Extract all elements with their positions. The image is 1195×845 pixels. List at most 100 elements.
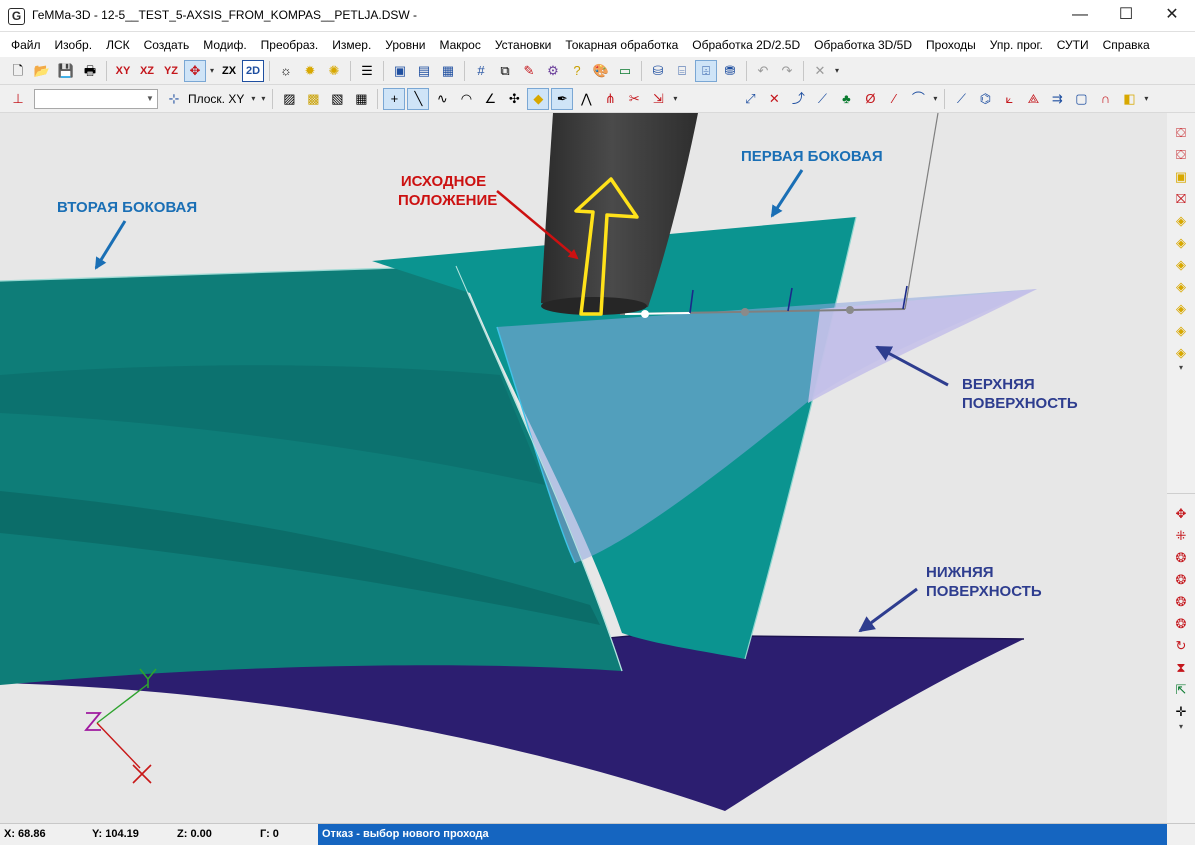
move-icon[interactable]: ✣	[503, 88, 525, 110]
snap-end-icon[interactable]: ⤢	[739, 88, 761, 110]
draw-rect-icon[interactable]: ▢	[1070, 88, 1092, 110]
menu-image[interactable]: Изобр.	[48, 33, 100, 57]
menu-file[interactable]: Файл	[4, 33, 48, 57]
hatch-4-icon[interactable]: ▦	[350, 88, 372, 110]
dropdown-arrow-icon[interactable]: ▾	[670, 94, 680, 103]
print-icon[interactable]: 🖶	[79, 60, 101, 82]
angle-icon[interactable]: ∠	[479, 88, 501, 110]
view-xz-button[interactable]: XZ	[136, 60, 158, 82]
help-icon[interactable]: ?	[566, 60, 588, 82]
toolbar-more-icon[interactable]: ▾	[1179, 722, 1183, 732]
menu-measure[interactable]: Измер.	[325, 33, 378, 57]
plane-axes-icon[interactable]: ⊹	[163, 88, 185, 110]
monitor-icon[interactable]: ▭	[614, 60, 636, 82]
hatch-2-icon[interactable]: ▩	[302, 88, 324, 110]
toolbar-more-icon[interactable]: ▾	[1179, 363, 1183, 373]
undo-icon[interactable]: ↶	[752, 60, 774, 82]
grid-icon[interactable]: #	[470, 60, 492, 82]
snap-arc-icon[interactable]: ⌒	[907, 88, 929, 110]
machining-op-8-icon[interactable]: ◈	[1171, 275, 1191, 297]
menu-settings[interactable]: Установки	[488, 33, 558, 57]
light-3-icon[interactable]: ✺	[323, 60, 345, 82]
view-xy-button[interactable]: XY	[112, 60, 134, 82]
draw-line-icon[interactable]: ⟋	[950, 88, 972, 110]
light-2-icon[interactable]: ✹	[299, 60, 321, 82]
redo-icon[interactable]: ↷	[776, 60, 798, 82]
menu-nc-program[interactable]: Упр. прог.	[983, 33, 1050, 57]
view-yz-button[interactable]: YZ	[160, 60, 182, 82]
menu-modify[interactable]: Модиф.	[196, 33, 253, 57]
machining-op-2-icon[interactable]: ⛋	[1171, 143, 1191, 165]
light-1-icon[interactable]: ☼	[275, 60, 297, 82]
window-3-icon[interactable]: ▦	[437, 60, 459, 82]
menu-passes[interactable]: Проходы	[919, 33, 983, 57]
menu-levels[interactable]: Уровни	[378, 33, 432, 57]
trim-icon[interactable]: ✂	[623, 88, 645, 110]
menu-suti[interactable]: СУТИ	[1050, 33, 1096, 57]
plane-dropdown-icon[interactable]: ▾	[248, 94, 258, 103]
snap-center-icon[interactable]: ♣	[835, 88, 857, 110]
pick-icon[interactable]: ✎	[518, 60, 540, 82]
snap-tangent-icon[interactable]: ⁄	[883, 88, 905, 110]
machining-op-1-icon[interactable]: ⛋	[1171, 121, 1191, 143]
transform-copy-icon[interactable]: ⁜	[1171, 524, 1191, 546]
vertex-icon[interactable]: ⋀	[575, 88, 597, 110]
transform-array-3-icon[interactable]: ❂	[1171, 590, 1191, 612]
draw-offset-icon[interactable]: ⇉	[1046, 88, 1068, 110]
menu-transform[interactable]: Преобраз.	[254, 33, 326, 57]
stock-icon[interactable]: ⛃	[719, 60, 741, 82]
minimize-button[interactable]: —	[1057, 0, 1103, 32]
machining-op-3-icon[interactable]: ▣	[1171, 165, 1191, 187]
lsk-axes-icon[interactable]: ⊥	[7, 88, 29, 110]
menu-lsk[interactable]: ЛСК	[99, 33, 137, 57]
gear-icon[interactable]: ⚙	[542, 60, 564, 82]
draw-solid-icon[interactable]: ◧	[1118, 88, 1140, 110]
cylinder-solid-icon[interactable]: ⌹	[695, 59, 717, 82]
machining-op-9-icon[interactable]: ◈	[1171, 297, 1191, 319]
draw-chamfer-icon[interactable]: ⟁	[1022, 88, 1044, 110]
solid-select-icon[interactable]: ◆	[527, 87, 550, 110]
transform-array-2-icon[interactable]: ❂	[1171, 568, 1191, 590]
mirror-icon[interactable]: ⧗	[1171, 656, 1191, 678]
view-3d-axes-icon[interactable]: ✥	[184, 59, 206, 82]
pan-icon[interactable]: ✛	[1171, 700, 1191, 722]
layers-icon[interactable]: ☰	[356, 60, 378, 82]
dropdown-arrow-icon[interactable]: ▾	[930, 94, 940, 103]
dropdown-arrow-icon[interactable]: ▾	[1141, 94, 1151, 103]
hatch-1-icon[interactable]: ▨	[278, 88, 300, 110]
measure-icon[interactable]: ⋔	[599, 88, 621, 110]
view-zx-button[interactable]: ZX	[218, 60, 240, 82]
menu-create[interactable]: Создать	[137, 33, 197, 57]
maximize-button[interactable]: ☐	[1103, 0, 1149, 32]
machining-op-10-icon[interactable]: ◈	[1171, 319, 1191, 341]
machining-op-11-icon[interactable]: ◈	[1171, 341, 1191, 363]
save-icon[interactable]: 💾	[55, 60, 77, 82]
draw-fillet-icon[interactable]: ⟀	[998, 88, 1020, 110]
menu-turning[interactable]: Токарная обработка	[558, 33, 685, 57]
spline-icon[interactable]: ∿	[431, 88, 453, 110]
pen-icon[interactable]: ✒	[551, 87, 574, 110]
palette-icon[interactable]: 🎨	[590, 60, 612, 82]
transform-array-icon[interactable]: ❂	[1171, 546, 1191, 568]
copy-icon[interactable]: ⧉	[494, 60, 516, 82]
view-2d-button[interactable]: 2D	[242, 59, 264, 82]
dropdown-arrow-icon[interactable]: ▾	[832, 66, 842, 75]
close-button[interactable]: ✕	[1149, 0, 1195, 32]
snap-curve-icon[interactable]: ⤴	[787, 88, 809, 110]
window-1-icon[interactable]: ▣	[389, 60, 411, 82]
hatch-3-icon[interactable]: ▧	[326, 88, 348, 110]
window-2-icon[interactable]: ▤	[413, 60, 435, 82]
menu-macro[interactable]: Макрос	[432, 33, 487, 57]
new-file-icon[interactable]: 🗋	[7, 60, 29, 82]
scale-icon[interactable]: ⇱	[1171, 678, 1191, 700]
extend-icon[interactable]: ⇲	[647, 88, 669, 110]
graphics-viewport[interactable]: ИСХОДНОЕ ПОЛОЖЕНИЕ ПЕРВАЯ БОКОВАЯ ВТОРАЯ…	[0, 113, 1167, 823]
point-snap-icon[interactable]: +	[383, 87, 406, 110]
arc-icon[interactable]: ◠	[455, 88, 477, 110]
machining-op-4-icon[interactable]: ⛝	[1171, 187, 1191, 209]
cylinder-icon[interactable]: ⛁	[647, 60, 669, 82]
cancel-icon[interactable]: ✕	[809, 60, 831, 82]
chevron-down-icon[interactable]: ▼	[143, 90, 157, 108]
snap-diameter-icon[interactable]: Ø	[859, 88, 881, 110]
rotate-icon[interactable]: ↻	[1171, 634, 1191, 656]
